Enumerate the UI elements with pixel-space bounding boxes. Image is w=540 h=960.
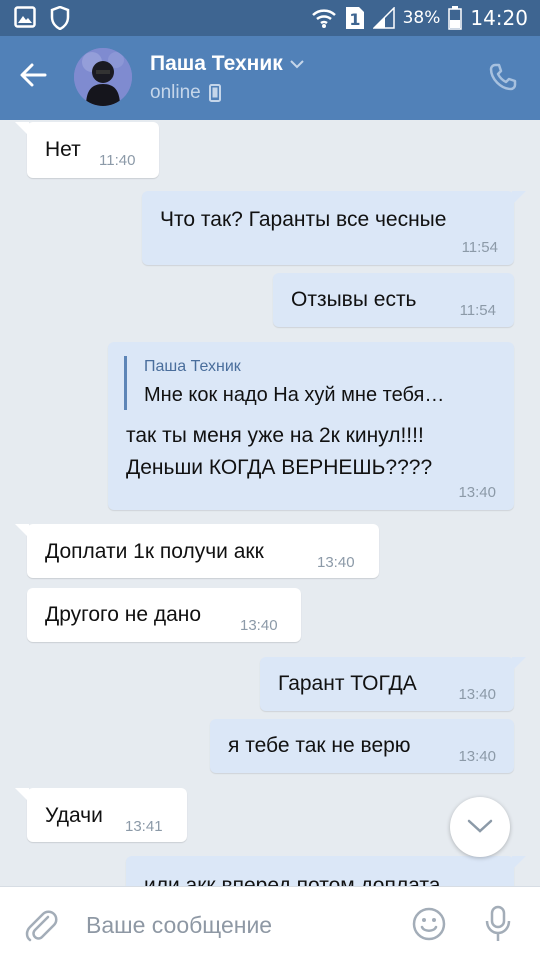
- reply-author: Паша Техник: [144, 358, 241, 375]
- message-incoming[interactable]: Другого не дано 13:40: [27, 588, 301, 642]
- online-status-text: online: [150, 82, 201, 103]
- message-text: Гарант ТОГДА: [278, 672, 417, 695]
- message-text: Доплати 1к получи акк: [45, 540, 264, 563]
- smile-icon: [412, 907, 446, 941]
- status-bar: 1 38% 14:20: [0, 0, 540, 36]
- message-input[interactable]: [86, 905, 386, 945]
- battery-icon: [448, 6, 463, 30]
- mobile-device-icon: [208, 84, 221, 102]
- signal-icon: [372, 7, 395, 29]
- message-text: Нет: [45, 138, 81, 161]
- message-incoming[interactable]: Удачи 13:41: [15, 788, 187, 842]
- message-text: или акк вперед потом доплата: [144, 874, 441, 886]
- message-text: Отзывы есть: [291, 288, 417, 311]
- paperclip-icon: [25, 910, 58, 942]
- message-text: я тебе так не верю: [228, 734, 411, 757]
- message-time: 13:40: [240, 617, 278, 634]
- attach-button[interactable]: [24, 907, 58, 943]
- peer-name[interactable]: Паша Техник: [150, 52, 305, 76]
- message-text-line: Деньши КОГДА ВЕРНЕШЬ????: [126, 456, 433, 479]
- message-outgoing[interactable]: Гарант ТОГДА 13:40: [260, 657, 526, 711]
- message-outgoing[interactable]: Отзывы есть 11:54: [273, 273, 514, 327]
- reply-text: Мне кок надо На хуй мне тебя…: [144, 384, 445, 406]
- message-outgoing[interactable]: Что так? Гаранты все чесные 11:54: [142, 191, 526, 265]
- peer-status: online: [150, 82, 221, 104]
- reply-quote-bar: [124, 356, 127, 410]
- battery-percent: 38%: [402, 8, 441, 28]
- message-outgoing-with-reply[interactable]: Паша Техник Мне кок надо На хуй мне тебя…: [108, 342, 514, 510]
- message-text-line: так ты меня уже на 2к кинул!!!!: [126, 424, 424, 447]
- phone-icon: [489, 63, 517, 91]
- microphone-icon: [485, 905, 511, 941]
- chevron-down-icon: [467, 819, 493, 833]
- message-incoming[interactable]: Нет 11:40: [15, 122, 159, 178]
- message-time: 13:40: [458, 748, 496, 765]
- scroll-to-bottom-button[interactable]: [450, 797, 510, 857]
- message-time: 11:40: [99, 152, 136, 169]
- arrow-left-icon: [20, 63, 47, 87]
- message-list[interactable]: Нет 11:40 Что так? Гаранты все чесные 11…: [0, 120, 540, 886]
- message-outgoing[interactable]: или акк вперед потом доплата: [126, 856, 526, 886]
- sim-icon: 1: [345, 6, 365, 30]
- voice-message-button[interactable]: [484, 905, 512, 943]
- call-button[interactable]: [488, 62, 518, 92]
- gallery-icon: [14, 6, 36, 30]
- message-time: 13:41: [125, 818, 163, 835]
- message-outgoing[interactable]: я тебе так не верю 13:40: [210, 719, 514, 773]
- message-composer: [0, 886, 540, 960]
- emoji-button[interactable]: [412, 907, 446, 941]
- peer-name-text: Паша Техник: [150, 52, 283, 75]
- message-text: Что так? Гаранты все чесные: [160, 208, 447, 231]
- message-incoming[interactable]: Доплати 1к получи акк 13:40: [15, 524, 379, 578]
- chevron-down-icon: [290, 60, 304, 69]
- message-time: 13:40: [317, 554, 355, 571]
- message-text: Удачи: [45, 804, 103, 827]
- avatar[interactable]: [74, 48, 132, 106]
- message-time: 13:40: [458, 484, 496, 501]
- clock: 14:20: [470, 6, 528, 30]
- chat-header: Паша Техник online: [0, 36, 540, 120]
- message-text: Другого не дано: [45, 603, 202, 626]
- message-time: 13:40: [458, 686, 496, 703]
- sim-label: 1: [349, 10, 360, 29]
- wifi-icon: [311, 7, 337, 29]
- message-time: 11:54: [461, 239, 498, 256]
- back-button[interactable]: [18, 60, 58, 96]
- message-time: 11:54: [459, 302, 496, 319]
- shield-icon: [50, 6, 70, 30]
